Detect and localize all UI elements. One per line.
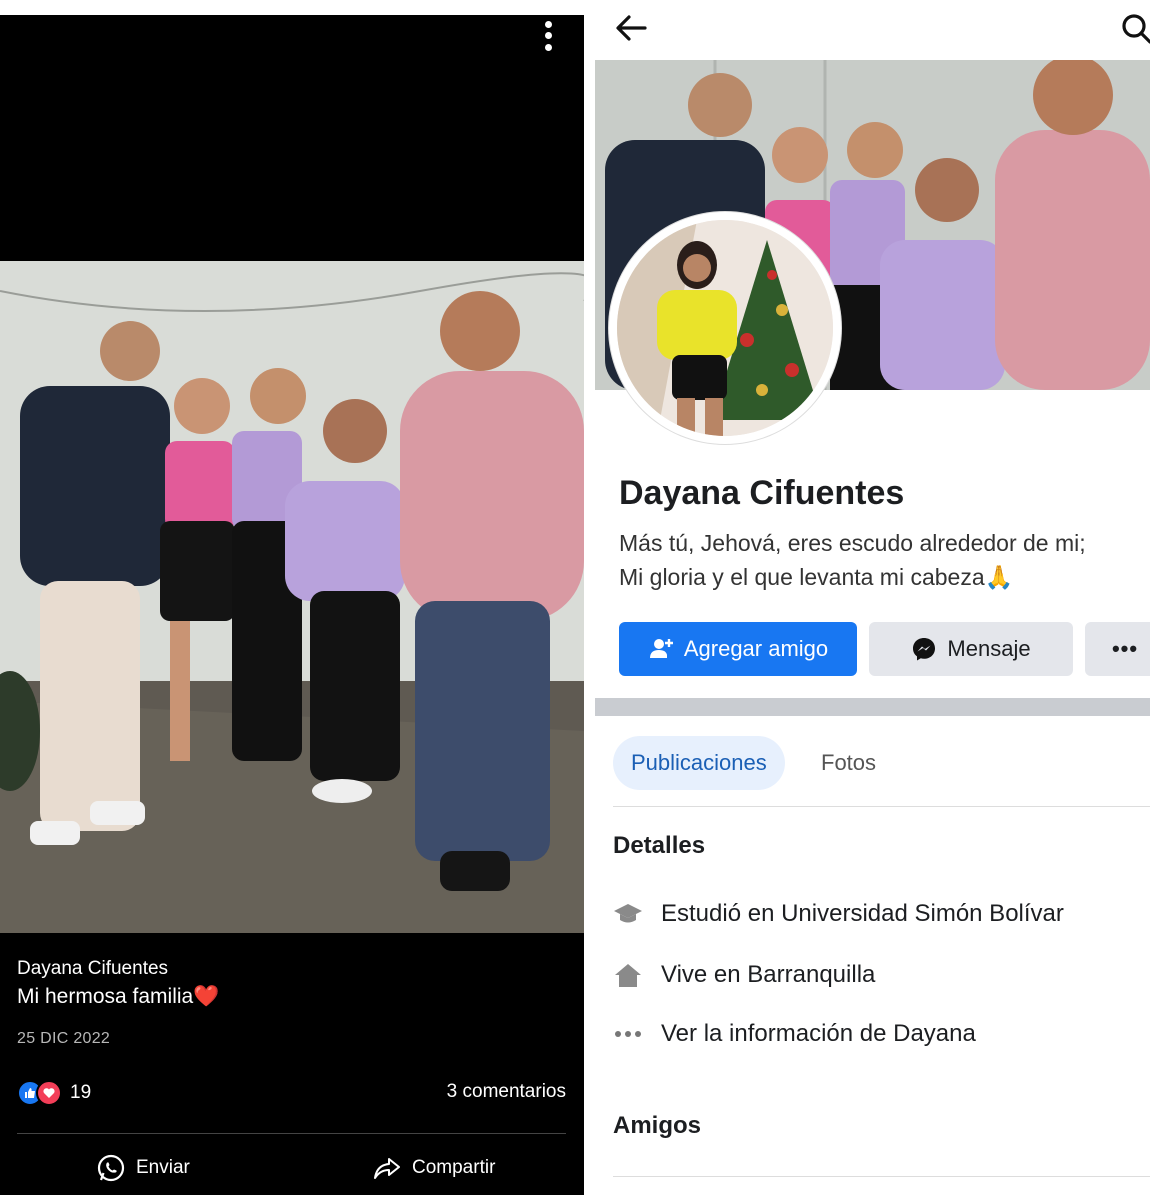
search-icon[interactable] [1120,10,1150,46]
post-caption: Mi hermosa familia❤️ [17,985,220,1008]
avatar-photo [617,220,833,436]
post-author[interactable]: Dayana Cifuentes [17,958,168,980]
more-button[interactable]: ••• [1085,622,1150,676]
add-person-icon [649,639,673,658]
share-button[interactable]: Compartir [372,1153,495,1183]
share-label: Compartir [412,1157,496,1178]
message-button[interactable]: Mensaje [869,622,1073,676]
profile-name: Dayana Cifuentes [619,474,905,512]
tab-publicaciones[interactable]: Publicaciones [613,736,785,790]
messenger-icon [913,638,936,661]
send-label: Enviar [136,1157,190,1178]
detail-residence[interactable]: Vive en Barranquilla [613,961,875,989]
comments-link[interactable]: 3 comentarios [447,1081,566,1103]
share-icon [374,1158,400,1179]
divider [613,1176,1150,1177]
divider [613,806,1150,807]
send-button[interactable]: Enviar [96,1153,190,1183]
top-bar [595,0,1150,58]
divider [17,1133,566,1134]
profile-bio: Más tú, Jehová, eres escudo alrededor de… [619,530,1086,590]
whatsapp-icon [97,1154,125,1182]
tab-fotos[interactable]: Fotos [821,736,876,790]
ellipsis-icon [613,1029,643,1039]
reaction-count: 19 [70,1082,92,1103]
love-icon [36,1080,62,1106]
detail-education[interactable]: Estudió en Universidad Simón Bolívar [613,900,1064,928]
profile-page: Dayana Cifuentes Más tú, Jehová, eres es… [595,0,1150,1200]
post-date: 25 DIC 2022 [17,1030,111,1047]
photo-viewer: Dayana Cifuentes Mi hermosa familia❤️ 25… [0,15,584,1195]
reactions-summary[interactable]: 19 [17,1080,91,1106]
see-more-info[interactable]: Ver la información de Dayana [613,1020,976,1048]
back-arrow-icon[interactable] [613,10,649,46]
add-friend-button[interactable]: Agregar amigo [619,622,857,676]
home-icon [613,962,643,988]
praying-hands-emoji: 🙏 [984,564,1014,590]
profile-avatar[interactable] [609,212,841,444]
details-heading: Detalles [613,832,706,859]
post-photo[interactable] [0,261,584,933]
section-separator [595,698,1150,716]
more-options-icon[interactable] [538,19,558,53]
heart-emoji: ❤️ [193,985,220,1008]
graduation-cap-icon [613,902,643,926]
friends-heading: Amigos [613,1112,702,1139]
